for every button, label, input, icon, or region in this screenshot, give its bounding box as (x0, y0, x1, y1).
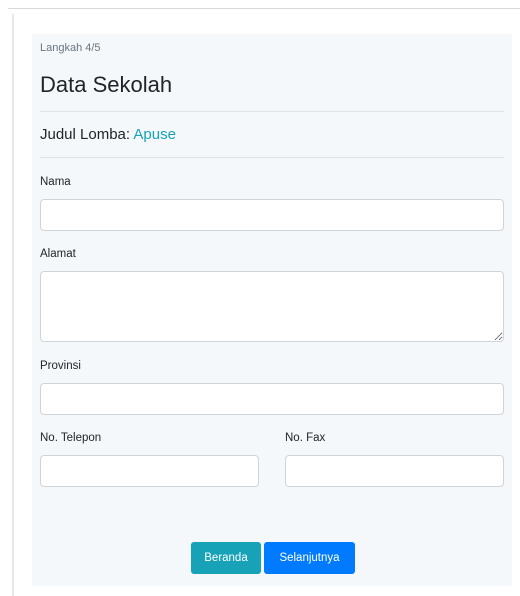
form-card: Langkah 4/5 Data Sekolah Judul Lomba: Ap… (32, 34, 512, 586)
window-top-border (8, 8, 520, 15)
fax-input[interactable] (285, 455, 504, 487)
competition-title: Judul Lomba: Apuse (40, 126, 176, 143)
divider (40, 111, 504, 112)
telepon-label: No. Telepon (40, 432, 102, 444)
telepon-input[interactable] (40, 455, 259, 487)
nama-label: Nama (40, 176, 71, 188)
provinsi-label: Provinsi (40, 360, 81, 372)
step-indicator: Langkah 4/5 (40, 42, 101, 54)
next-button[interactable]: Selanjutnya (264, 542, 355, 574)
page-title: Data Sekolah (40, 72, 173, 97)
competition-title-label: Judul Lomba: (40, 126, 131, 143)
provinsi-input[interactable] (40, 383, 504, 415)
competition-title-value: Apuse (133, 126, 176, 143)
nama-input[interactable] (40, 199, 504, 231)
fax-label: No. Fax (285, 432, 326, 444)
alamat-label: Alamat (40, 248, 76, 260)
beranda-button[interactable]: Beranda (191, 542, 261, 574)
divider (40, 157, 504, 158)
alamat-textarea[interactable] (40, 271, 504, 342)
window-left-border (12, 14, 14, 596)
